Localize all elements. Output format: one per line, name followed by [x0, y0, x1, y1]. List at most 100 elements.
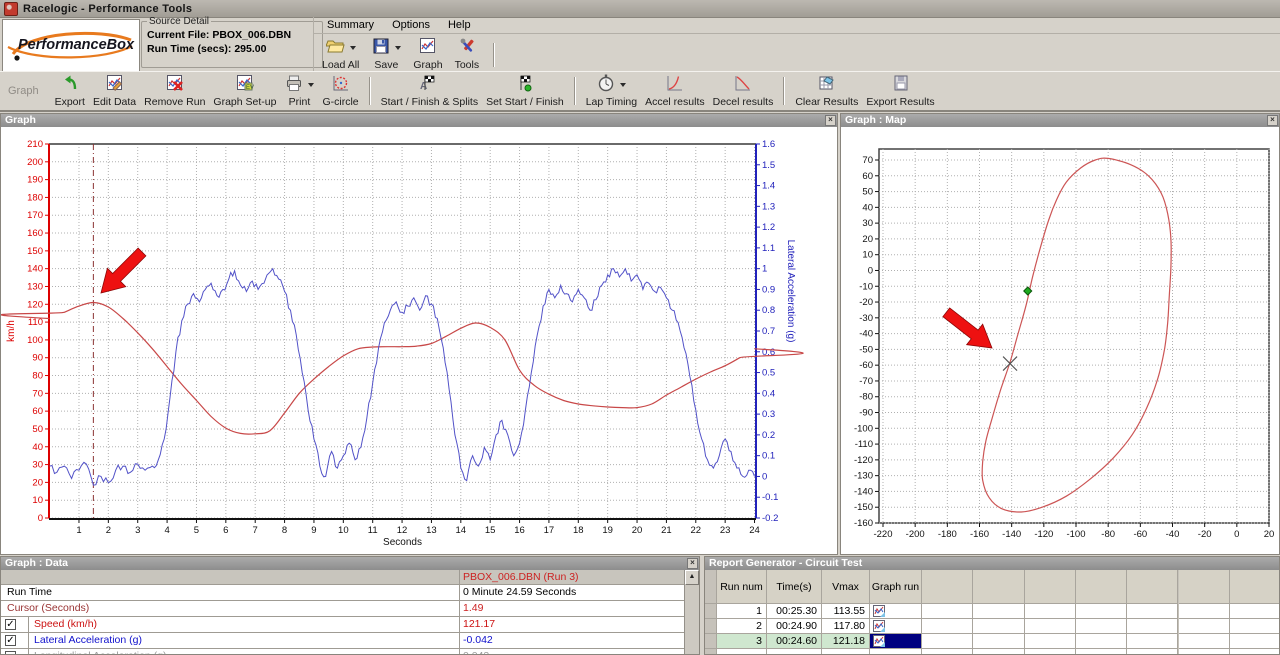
report-cell-run-num[interactable]: 3 [717, 634, 767, 649]
speed-lateral-chart[interactable]: 0102030405060708090100110120130140150160… [1, 127, 837, 555]
report-cell-empty[interactable] [822, 649, 870, 655]
svg-text:-10: -10 [859, 281, 873, 292]
svg-text:-160: -160 [970, 529, 989, 540]
remove-run-button[interactable]: Remove Run [140, 73, 209, 109]
report-cell-vmax[interactable]: 117.80 [822, 619, 870, 634]
graph-run-icon[interactable] [873, 635, 885, 647]
data-row-speed-km-h[interactable]: ✓Speed (km/h)121.17 [1, 617, 687, 633]
data-row-value: 1.49 [463, 601, 483, 616]
checkbox-checked[interactable]: ✓ [5, 619, 16, 630]
report-cell-empty[interactable] [922, 634, 973, 649]
report-cell-empty[interactable] [922, 619, 973, 634]
report-cell-empty[interactable] [1127, 634, 1178, 649]
dropdown-arrow-icon[interactable] [308, 83, 314, 87]
set-start-finish-button[interactable]: Set Start / Finish [482, 73, 568, 109]
close-icon[interactable]: × [1267, 115, 1278, 126]
report-cell-graph-run[interactable] [870, 634, 922, 649]
svg-text:70: 70 [862, 155, 873, 166]
menu-item-options[interactable]: Options [383, 18, 439, 32]
checkbox-checked[interactable]: ✓ [5, 635, 16, 646]
graph-set-up-button[interactable]: EVGraph Set-up [209, 73, 280, 109]
report-cell-empty[interactable] [717, 649, 767, 655]
print-button[interactable]: Print [280, 73, 318, 109]
export-button[interactable]: Export [51, 73, 89, 109]
report-cell-empty[interactable] [1230, 649, 1280, 655]
accel-results-button[interactable]: Accel results [641, 73, 709, 109]
report-cell-empty[interactable] [1179, 604, 1230, 619]
data-panel: Graph : Data × PBOX_006.DBN (Run 3)Run T… [0, 556, 700, 655]
accel-results-label: Accel results [645, 96, 705, 108]
graph-run-icon[interactable] [873, 620, 885, 632]
report-cell-time-s[interactable]: 00:24.60 [767, 634, 822, 649]
menu-item-help[interactable]: Help [439, 18, 480, 32]
export-results-button[interactable]: Export Results [862, 73, 938, 109]
report-cell-empty[interactable] [1076, 619, 1127, 634]
start-finish-splits-button[interactable]: AStart / Finish & Splits [377, 73, 482, 109]
report-panel-title: Report Generator - Circuit Test [709, 557, 862, 569]
report-cell-graph-run[interactable] [870, 649, 922, 655]
g-circle-button[interactable]: G-circle [318, 73, 362, 109]
report-cell-run-num[interactable]: 1 [717, 604, 767, 619]
report-cell-empty[interactable] [1179, 649, 1230, 655]
data-row-cursor-seconds[interactable]: Cursor (Seconds) 1.49 [1, 601, 687, 617]
report-row-gutter [705, 604, 717, 619]
report-cell-empty[interactable] [973, 634, 1024, 649]
accel-icon [665, 73, 685, 96]
save-button[interactable]: Save [367, 36, 405, 72]
report-cell-vmax[interactable]: 113.55 [822, 604, 870, 619]
report-cell-graph-run[interactable] [870, 619, 922, 634]
report-cell-empty[interactable] [1127, 604, 1178, 619]
data-row-run-time[interactable]: Run Time0 Minute 24.59 Seconds [1, 585, 687, 601]
data-row-label: Cursor (Seconds) [7, 601, 89, 616]
report-cell-empty[interactable] [922, 604, 973, 619]
report-cell-vmax[interactable]: 121.18 [822, 634, 870, 649]
report-cell-empty[interactable] [1230, 634, 1280, 649]
track-map-chart[interactable]: -160-150-140-130-120-110-100-90-80-70-60… [841, 127, 1279, 555]
load-all-button[interactable]: Load All [318, 36, 363, 72]
report-cell-empty[interactable] [922, 649, 973, 655]
report-cell-empty[interactable] [1179, 619, 1230, 634]
report-cell-time-s[interactable]: 00:24.90 [767, 619, 822, 634]
report-cell-empty[interactable] [1230, 619, 1280, 634]
report-cell-run-num[interactable]: 2 [717, 619, 767, 634]
dropdown-arrow-icon[interactable] [620, 83, 626, 87]
report-cell-empty[interactable] [1025, 604, 1076, 619]
report-cell-empty[interactable] [1230, 604, 1280, 619]
app-window: Racelogic - Performance Tools Performanc… [0, 0, 1280, 655]
report-cell-time-s[interactable]: 00:25.30 [767, 604, 822, 619]
svg-text:EV: EV [246, 85, 254, 91]
report-cell-empty[interactable] [1025, 649, 1076, 655]
report-cell-empty[interactable] [973, 604, 1024, 619]
decel-icon [733, 73, 753, 96]
report-cell-empty[interactable] [1179, 634, 1230, 649]
report-cell-empty[interactable] [1127, 619, 1178, 634]
menu-item-summary[interactable]: Summary [318, 18, 383, 32]
data-row-longitudinal-acceleration-g[interactable]: Longitudinal Acceleration (g)0.043 [1, 649, 687, 655]
clear-results-button[interactable]: Clear Results [791, 73, 862, 109]
close-icon[interactable]: × [687, 558, 698, 569]
graph-button[interactable]: Graph [409, 36, 446, 72]
scroll-up-icon[interactable]: ▲ [685, 570, 699, 585]
data-panel-scrollbar[interactable]: ▲ [684, 570, 699, 654]
checkbox-unchecked[interactable] [5, 651, 16, 655]
report-cell-empty[interactable] [1076, 604, 1127, 619]
report-cell-empty[interactable] [767, 649, 822, 655]
report-cell-empty[interactable] [1127, 649, 1178, 655]
edit-data-button[interactable]: Edit Data [89, 73, 140, 109]
decel-results-button[interactable]: Decel results [709, 73, 778, 109]
report-cell-empty[interactable] [1025, 634, 1076, 649]
graph-run-icon[interactable] [873, 605, 885, 617]
dropdown-arrow-icon[interactable] [395, 46, 401, 50]
report-cell-empty[interactable] [973, 649, 1024, 655]
close-icon[interactable]: × [825, 115, 836, 126]
svg-text:0: 0 [1234, 529, 1239, 540]
data-row-lateral-acceleration-g[interactable]: ✓Lateral Acceleration (g)-0.042 [1, 633, 687, 649]
dropdown-arrow-icon[interactable] [350, 46, 356, 50]
report-cell-graph-run[interactable] [870, 604, 922, 619]
report-cell-empty[interactable] [1076, 634, 1127, 649]
report-cell-empty[interactable] [1076, 649, 1127, 655]
report-cell-empty[interactable] [1025, 619, 1076, 634]
tools-button[interactable]: Tools [451, 36, 484, 72]
report-cell-empty[interactable] [973, 619, 1024, 634]
lap-timing-button[interactable]: Lap Timing [582, 73, 641, 109]
